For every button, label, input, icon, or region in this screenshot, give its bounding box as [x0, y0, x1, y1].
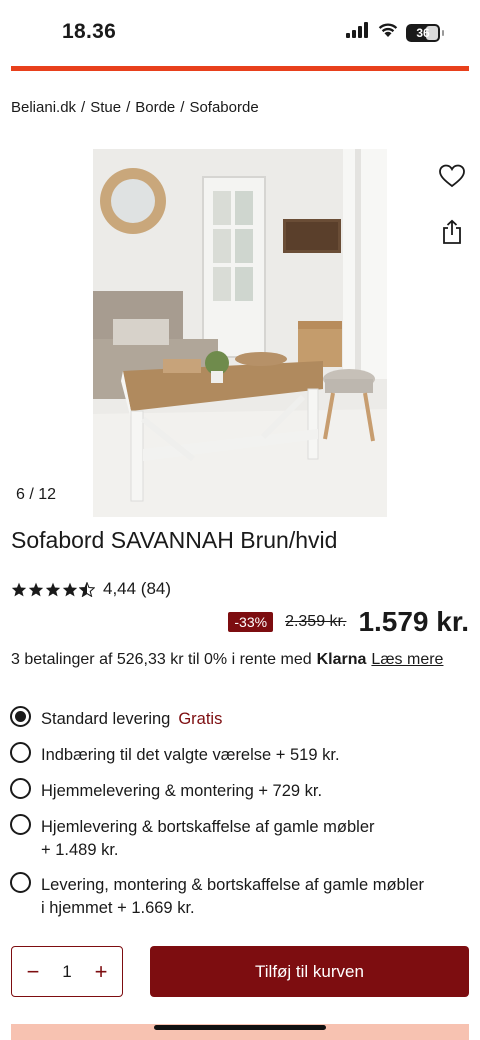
status-time: 18.36 — [62, 20, 117, 43]
radio-icon[interactable] — [10, 814, 31, 835]
breadcrumb: Beliani.dk / Stue / Borde / Sofaborde — [11, 99, 259, 116]
radio-icon[interactable] — [10, 706, 31, 727]
image-counter-separator: / — [29, 486, 34, 503]
delivery-option-full-service[interactable]: Levering, montering & bortskaffelse af g… — [10, 872, 424, 920]
image-counter-total: 12 — [38, 486, 57, 503]
status-icons: 36 — [346, 22, 444, 43]
read-more-link[interactable]: Læs mere — [371, 651, 443, 669]
quantity-stepper: − 1 + — [11, 946, 123, 997]
quantity-value[interactable]: 1 — [62, 962, 71, 982]
old-price: 2.359 kr. — [285, 613, 347, 630]
breadcrumb-separator: / — [126, 99, 131, 116]
delivery-option-label-line2: i hjemmet + 1.669 kr. — [41, 899, 195, 917]
image-counter: 6 / 12 — [16, 486, 56, 504]
share-icon[interactable] — [437, 217, 467, 247]
quantity-increase-button[interactable]: + — [90, 960, 112, 983]
breadcrumb-link-sofaborde[interactable]: Sofaborde — [189, 99, 258, 116]
star-icon — [62, 582, 78, 596]
star-icon — [45, 582, 61, 596]
radio-icon[interactable] — [10, 778, 31, 799]
installment-text: 3 betalinger af 526,33 kr til 0% i rente… — [11, 651, 312, 668]
installment-info: 3 betalinger af 526,33 kr til 0% i rente… — [11, 651, 443, 669]
signal-icon — [346, 22, 370, 43]
product-title: Sofabord SAVANNAH Brun/hvid — [11, 527, 338, 553]
star-icon — [28, 582, 44, 596]
delivery-option-label-line1: Hjemlevering & bortskaffelse af gamle mø… — [41, 818, 375, 836]
rating-stars — [11, 581, 95, 597]
breadcrumb-separator: / — [81, 99, 86, 116]
rating-row[interactable]: 4,44 (84) — [11, 579, 171, 599]
radio-icon[interactable] — [10, 872, 31, 893]
add-to-cart-button[interactable]: Tilføj til kurven — [150, 946, 469, 997]
battery-level: 36 — [416, 25, 430, 40]
delivery-option-label: Indbæring til det valgte værelse + 519 k… — [41, 746, 340, 764]
quantity-decrease-button[interactable]: − — [22, 960, 44, 983]
delivery-option-carry-in[interactable]: Indbæring til det valgte værelse + 519 k… — [10, 742, 340, 767]
price-row: -33% 2.359 kr. 1.579 kr. — [228, 606, 469, 638]
star-icon — [11, 582, 27, 596]
status-bar: 18.36 36 — [0, 0, 480, 62]
breadcrumb-link-borde[interactable]: Borde — [135, 99, 175, 116]
delivery-option-standard[interactable]: Standard levering Gratis — [10, 706, 222, 731]
breadcrumb-separator: / — [180, 99, 185, 116]
delivery-option-disposal[interactable]: Hjemlevering & bortskaffelse af gamle mø… — [10, 814, 375, 862]
delivery-option-label-line2: + 1.489 kr. — [41, 841, 119, 859]
home-indicator — [154, 1025, 326, 1030]
current-price: 1.579 kr. — [358, 606, 469, 637]
discount-badge: -33% — [228, 612, 274, 632]
delivery-option-label: Hjemmelevering & montering + 729 kr. — [41, 782, 323, 800]
battery-icon: 36 — [406, 23, 444, 42]
star-half-icon — [79, 581, 95, 597]
delivery-option-label: Standard levering — [41, 710, 171, 728]
klarna-logo: Klarna — [316, 651, 367, 668]
radio-icon[interactable] — [10, 742, 31, 763]
wishlist-heart-icon[interactable] — [437, 161, 467, 191]
breadcrumb-link-stue[interactable]: Stue — [90, 99, 121, 116]
delivery-option-label-line1: Levering, montering & bortskaffelse af g… — [41, 876, 425, 894]
product-image[interactable] — [93, 149, 387, 517]
rating-value: 4,44 (84) — [103, 579, 172, 598]
delivery-option-free: Gratis — [178, 710, 223, 728]
delivery-option-assembly[interactable]: Hjemmelevering & montering + 729 kr. — [10, 778, 322, 803]
breadcrumb-link-home[interactable]: Beliani.dk — [11, 99, 76, 116]
wifi-icon — [377, 22, 399, 43]
image-counter-current: 6 — [16, 486, 25, 503]
header-accent-bar — [11, 66, 469, 71]
